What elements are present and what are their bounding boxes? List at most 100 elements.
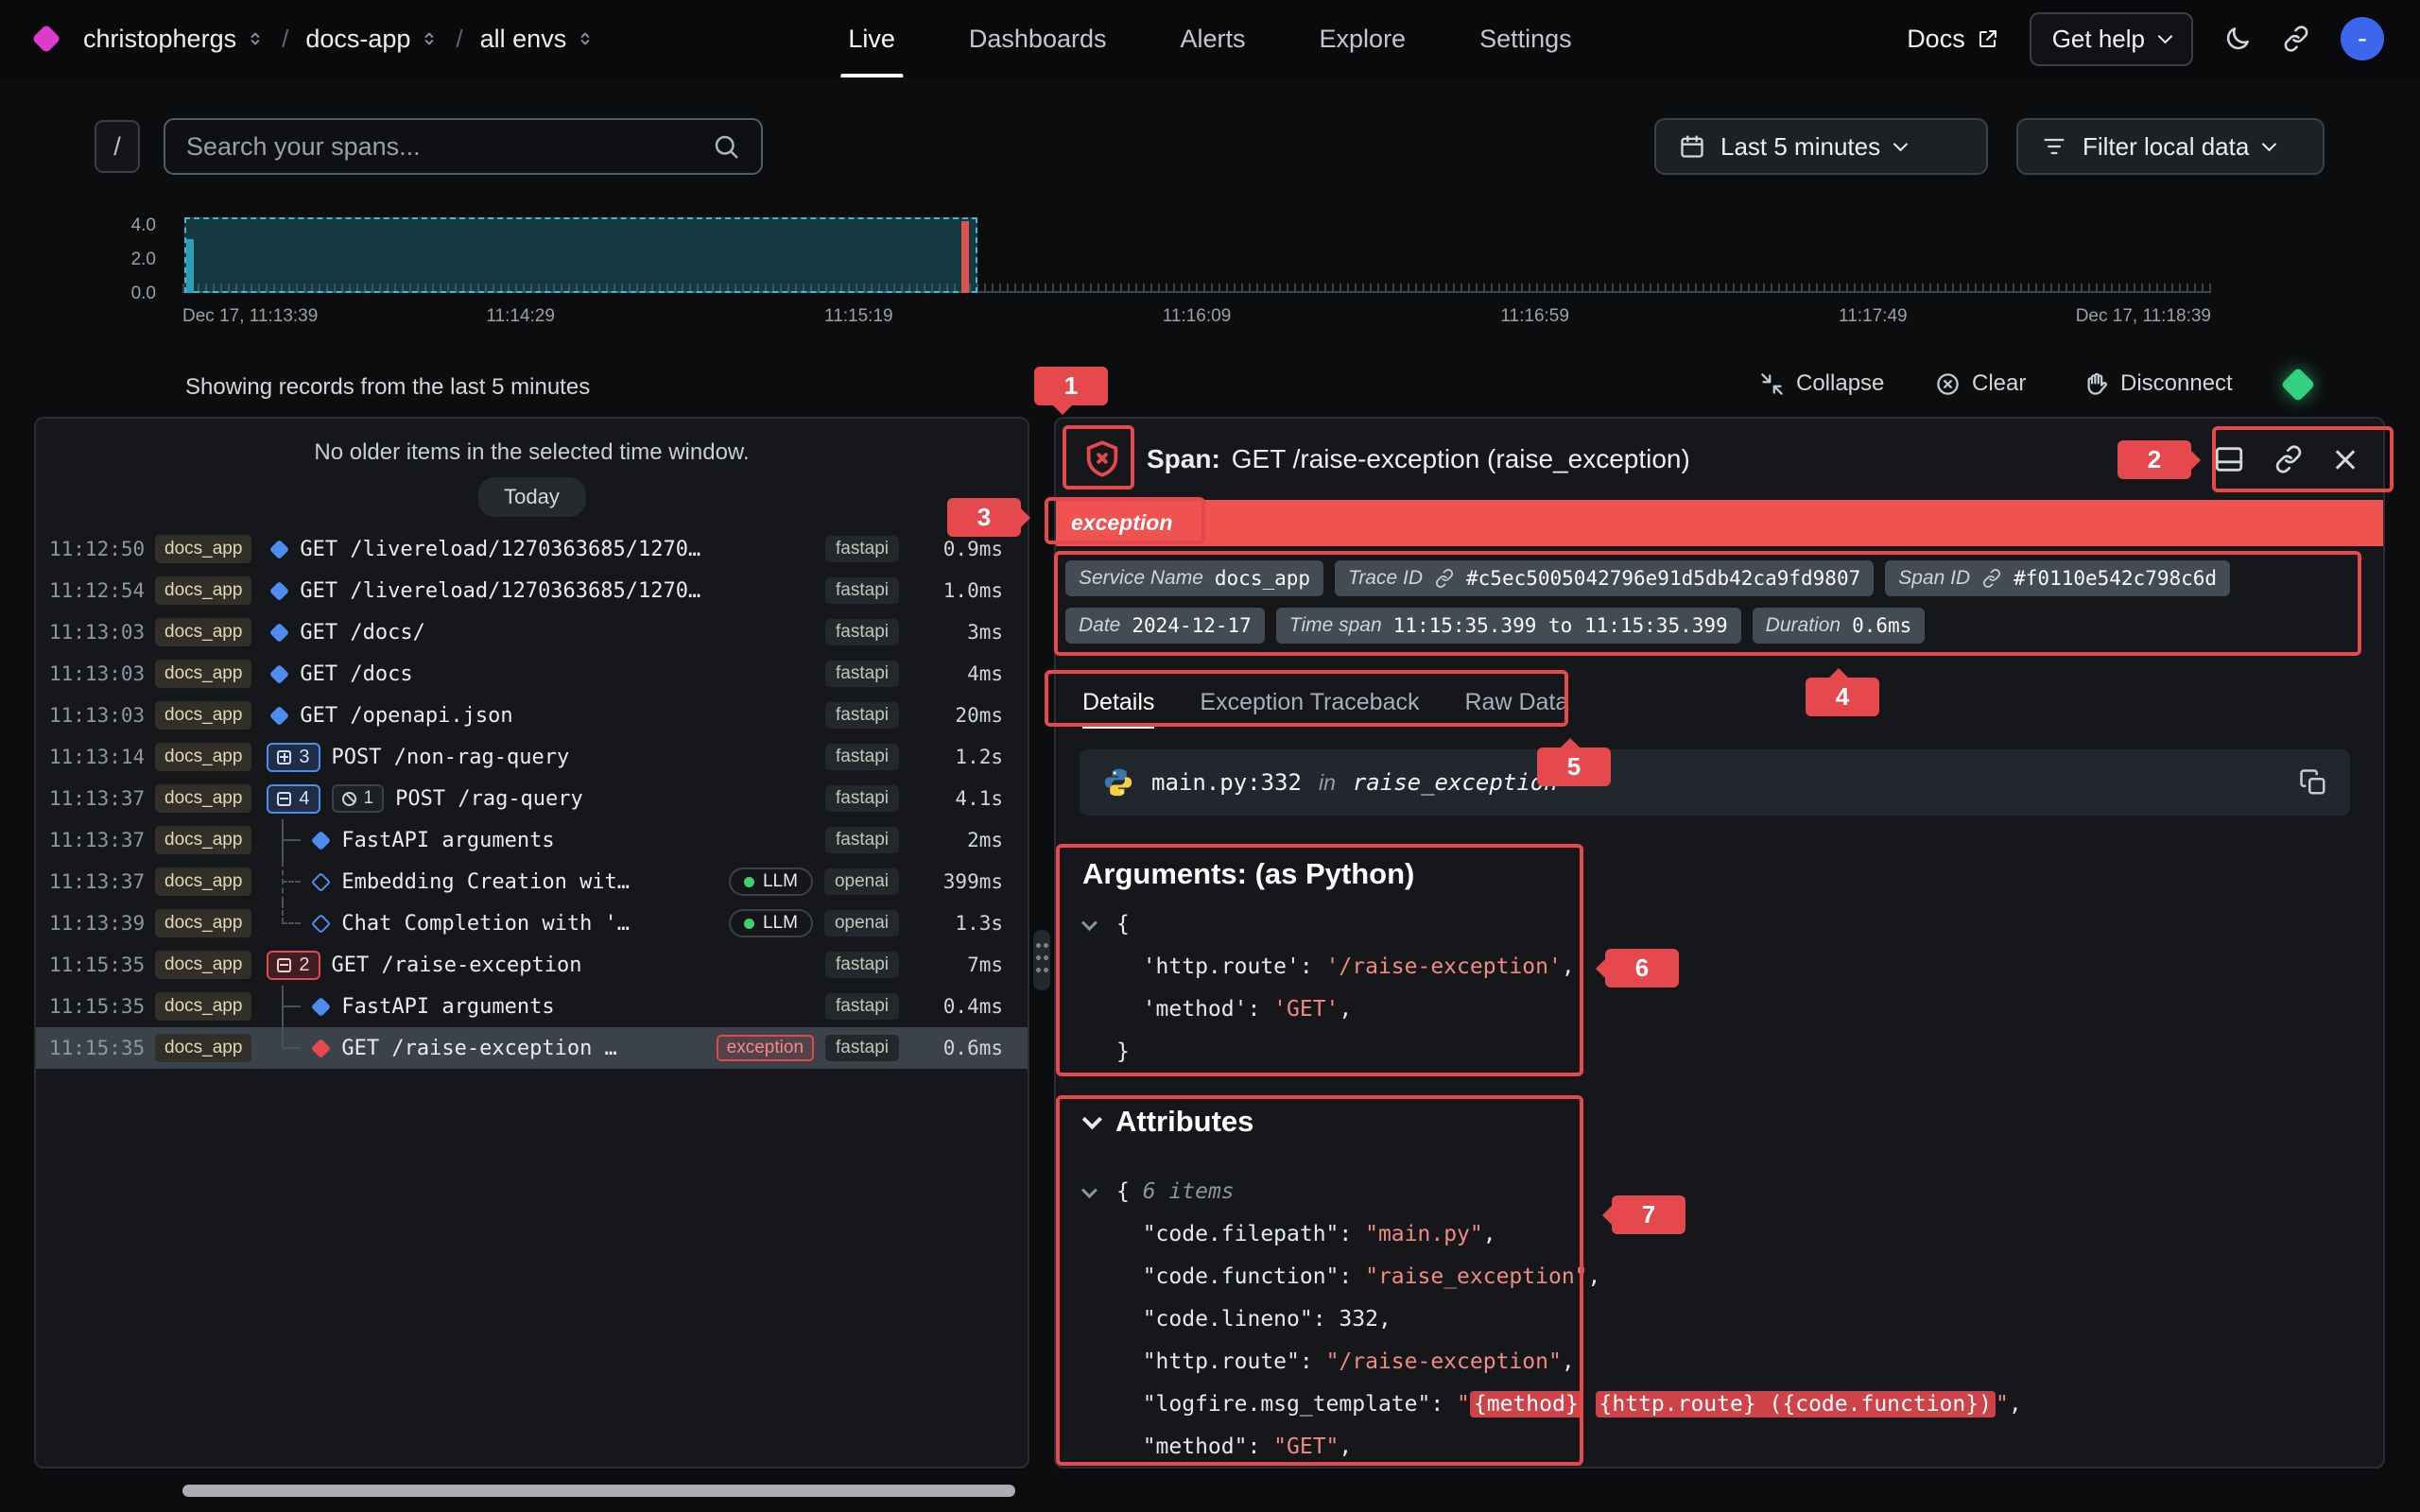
trace-row[interactable]: 11:12:54docs_appGET /livereload/12703636… (36, 570, 1028, 611)
tab-details[interactable]: Details (1082, 676, 1154, 729)
search-icon[interactable] (712, 132, 740, 161)
clear-button[interactable]: Clear (1935, 370, 2026, 397)
meta-label: Span ID (1898, 567, 1970, 590)
live-indicator-icon[interactable] (2281, 368, 2316, 403)
nav-alerts[interactable]: Alerts (1180, 0, 1245, 77)
share-link-button[interactable] (2282, 25, 2310, 53)
nav-dashboards[interactable]: Dashboards (969, 0, 1107, 77)
meta-value: 11:15:35.399 to 11:15:35.399 (1393, 614, 1728, 637)
attributes-heading-label: Attributes (1115, 1105, 1253, 1139)
trace-row[interactable]: 11:15:35docs_appGET /raise-exception …ex… (36, 1027, 1028, 1069)
close-icon[interactable] (2332, 446, 2359, 472)
meta-value: #f0110e542c798c6d (2014, 567, 2217, 590)
copy-button[interactable] (2299, 768, 2327, 797)
tag-chip: fastapi (825, 993, 899, 1020)
collapse-label: Collapse (1796, 370, 1884, 397)
meta-row-1: Service Namedocs_app Trace ID#c5ec5005042… (1065, 560, 2374, 596)
panel-resize-handle[interactable] (1033, 930, 1050, 990)
env-name: all envs (480, 25, 567, 54)
span-duration: 3ms (912, 621, 1003, 644)
exception-banner: exception (1056, 500, 2383, 546)
collapse-button[interactable]: Collapse (1759, 370, 1884, 397)
filter-button[interactable]: Filter local data (2016, 118, 2325, 175)
breadcrumb-env[interactable]: all envs (480, 25, 596, 54)
nav-settings[interactable]: Settings (1479, 0, 1572, 77)
meta-service-name: Service Namedocs_app (1065, 560, 1323, 596)
chevron-down-icon (1082, 1109, 1102, 1129)
span-diamond-icon (269, 663, 289, 683)
copy-icon (2299, 768, 2327, 797)
service-badge: docs_app (155, 784, 251, 813)
span-time: 11:15:35 (49, 1037, 155, 1059)
permalink-icon[interactable] (2273, 444, 2304, 474)
logfire-logo-icon[interactable] (31, 24, 60, 53)
span-name: GET /raise-exception (332, 954, 582, 977)
python-icon (1102, 766, 1134, 799)
span-diamond-icon (311, 1038, 331, 1057)
meta-span-id[interactable]: Span ID #f0110e542c798c6d (1885, 560, 2230, 596)
child-count-chip[interactable]: 3 (267, 743, 320, 772)
nav-live[interactable]: Live (848, 0, 895, 77)
chart-plot[interactable] (182, 217, 2211, 293)
llm-chip: LLM (729, 868, 813, 896)
trace-row[interactable]: 11:13:03docs_appGET /docs/fastapi3ms (36, 611, 1028, 653)
time-range-button[interactable]: Last 5 minutes (1654, 118, 1988, 175)
tree-connector (267, 902, 306, 944)
trace-row[interactable]: 11:15:35docs_app2GET /raise-exceptionfas… (36, 944, 1028, 986)
get-help-button[interactable]: Get help (2030, 12, 2193, 66)
dock-panel-icon[interactable] (2213, 443, 2245, 475)
service-badge: docs_app (155, 535, 251, 563)
chart-bar (961, 221, 969, 293)
get-help-label: Get help (2052, 25, 2145, 54)
service-badge: docs_app (155, 951, 251, 979)
trace-row[interactable]: 11:13:03docs_appGET /docsfastapi4ms (36, 653, 1028, 695)
attributes-heading[interactable]: Attributes (1082, 1105, 1253, 1139)
tag-chip: fastapi (825, 577, 899, 604)
trace-row[interactable]: 11:13:37docs_app41POST /rag-queryfastapi… (36, 778, 1028, 819)
selected-time-window[interactable] (184, 217, 977, 293)
service-badge: docs_app (155, 576, 251, 605)
search-box[interactable] (164, 118, 763, 175)
llm-dot-icon (744, 877, 754, 887)
breadcrumb-org[interactable]: christophergs (83, 25, 265, 54)
trace-row[interactable]: 11:13:37docs_appFastAPI argumentsfastapi… (36, 819, 1028, 861)
child-count-chip[interactable]: 4 (267, 784, 320, 814)
x-tick-label: 11:17:49 (1839, 306, 1908, 327)
attributes-code: { 6 items "code.filepath": "main.py", "c… (1082, 1170, 2022, 1468)
x-tick-label: 11:16:59 (1500, 306, 1569, 327)
date-pill[interactable]: Today (477, 477, 586, 517)
trace-list-panel: No older items in the selected time wind… (34, 417, 1029, 1469)
trace-row[interactable]: 11:13:03docs_appGET /openapi.jsonfastapi… (36, 695, 1028, 736)
child-count-chip[interactable]: 2 (267, 951, 320, 980)
span-duration: 0.9ms (912, 538, 1003, 560)
breadcrumb-project[interactable]: docs-app (305, 25, 439, 54)
trace-row[interactable]: 11:13:14docs_app3POST /non-rag-queryfast… (36, 736, 1028, 778)
span-time: 11:13:37 (49, 787, 155, 810)
span-diamond-icon (311, 913, 331, 933)
user-avatar[interactable]: - (2341, 17, 2384, 60)
span-time: 11:12:54 (49, 579, 155, 602)
collapse-caret-icon[interactable] (1081, 915, 1098, 931)
trace-row[interactable]: 11:15:35docs_appFastAPI argumentsfastapi… (36, 986, 1028, 1027)
disconnect-label: Disconnect (2120, 370, 2233, 397)
horizontal-scrollbar[interactable] (182, 1485, 1015, 1497)
span-diamond-icon (269, 705, 289, 725)
span-time: 11:15:35 (49, 954, 155, 976)
span-name: POST /non-rag-query (332, 746, 570, 769)
meta-trace-id[interactable]: Trace ID#c5ec5005042796e91d5db42ca9fd980… (1335, 560, 1874, 596)
dark-mode-toggle[interactable] (2223, 25, 2252, 53)
span-title: Span:GET /raise-exception (raise_excepti… (1147, 444, 2190, 474)
trace-row[interactable]: 11:13:37docs_appEmbedding Creation wit…L… (36, 861, 1028, 902)
records-message: Showing records from the last 5 minutes (185, 374, 590, 401)
docs-link[interactable]: Docs (1907, 25, 1999, 54)
trace-row[interactable]: 11:13:39docs_appChat Completion with '…L… (36, 902, 1028, 944)
collapse-caret-icon[interactable] (1081, 1182, 1098, 1198)
tab-raw-data[interactable]: Raw Data (1465, 676, 1569, 729)
search-input[interactable] (186, 132, 697, 162)
nav-explore[interactable]: Explore (1320, 0, 1407, 77)
y-tick-label: 4.0 (131, 215, 156, 236)
trace-row[interactable]: 11:12:50docs_appGET /livereload/12703636… (36, 528, 1028, 570)
meta-value: docs_app (1215, 567, 1310, 590)
tab-exception-traceback[interactable]: Exception Traceback (1200, 676, 1419, 729)
disconnect-button[interactable]: Disconnect (2083, 370, 2233, 397)
